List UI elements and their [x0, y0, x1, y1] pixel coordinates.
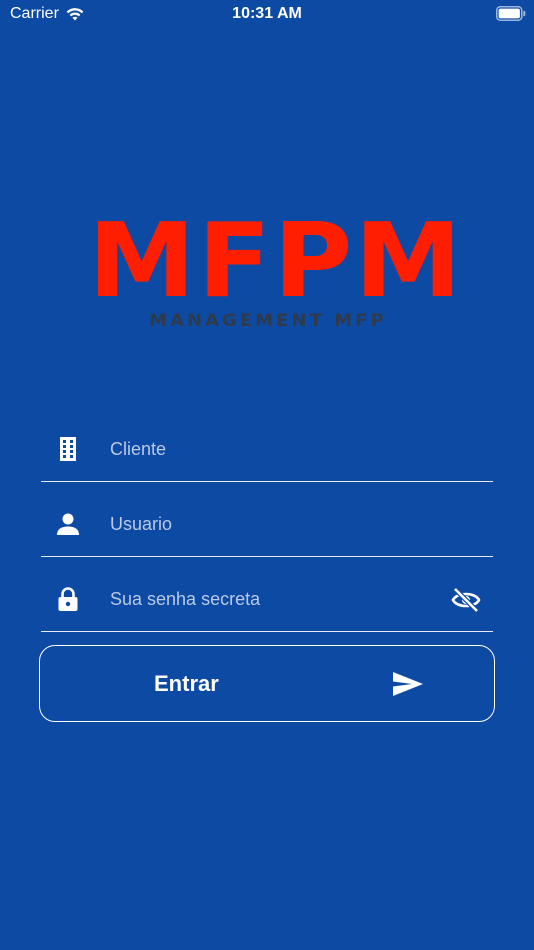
usuario-input[interactable]: [110, 509, 430, 539]
cliente-field[interactable]: [41, 422, 493, 482]
lock-icon: [58, 587, 78, 611]
send-icon: [393, 672, 423, 696]
building-icon: [60, 437, 76, 461]
eye-off-icon[interactable]: [451, 587, 481, 613]
status-time: 10:31 AM: [232, 5, 302, 22]
battery-icon: [496, 6, 526, 21]
entrar-button[interactable]: Entrar: [39, 645, 495, 722]
login-screen: Carrier 10:31 AM MFPM MANAGEMENT MFP Cli…: [0, 0, 534, 950]
entrar-label: Entrar: [154, 671, 219, 696]
cliente-input[interactable]: [110, 434, 430, 464]
person-icon: [57, 513, 79, 535]
password-input[interactable]: [110, 584, 430, 614]
logo-subtitle: MANAGEMENT MFP: [149, 311, 387, 331]
status-bar: Carrier 10:31 AM: [0, 0, 534, 30]
logo-title: MFPM: [88, 202, 464, 321]
usuario-field[interactable]: [41, 497, 493, 557]
app-logo: MFPM MANAGEMENT MFP: [88, 202, 464, 335]
password-field[interactable]: [41, 572, 493, 632]
